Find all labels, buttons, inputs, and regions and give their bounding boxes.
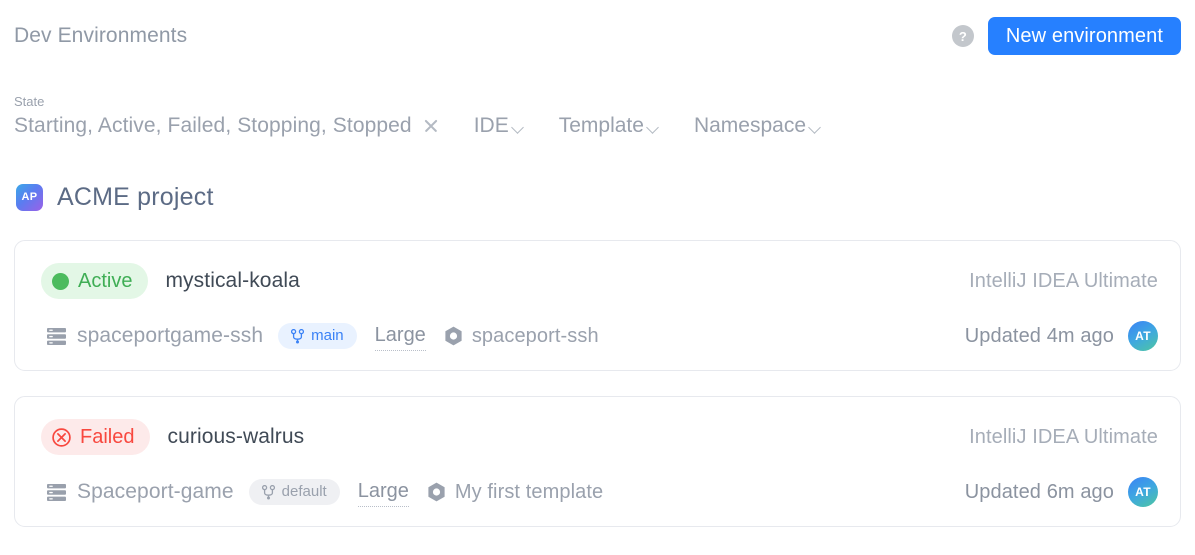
environment-updated: Updated 4m ago [964, 325, 1114, 347]
header-actions: ? New environment [951, 17, 1181, 55]
hex-nut-icon [428, 482, 445, 502]
status-badge: Failed [41, 419, 151, 455]
page-header: Dev Environments ? New environment [0, 0, 1195, 72]
environment-card-top-row: Failed curious-walrus IntelliJ IDEA Ulti… [41, 419, 1158, 455]
avatar[interactable]: AT [1128, 477, 1158, 507]
git-branch-icon [261, 484, 275, 499]
state-filter-label: State [14, 94, 45, 109]
template-filter-label: Template [558, 114, 644, 137]
circle-x-icon [52, 427, 71, 447]
environment-ide: IntelliJ IDEA Ultimate [969, 426, 1158, 448]
branch-badge-label: default [281, 483, 327, 500]
chevron-down-icon [512, 121, 525, 134]
status-badge-label: Failed [80, 426, 135, 448]
avatar[interactable]: AT [1128, 321, 1158, 351]
project-name-link[interactable]: ACME project [57, 181, 214, 213]
green-dot-icon [52, 272, 69, 290]
template-filter-dropdown[interactable]: Template [559, 112, 660, 140]
environment-card-top-row: Active mystical-koala IntelliJ IDEA Ulti… [41, 263, 1158, 299]
project-header[interactable]: AP ACME project [16, 181, 214, 213]
status-badge-label: Active [78, 270, 133, 292]
environment-repo[interactable]: spaceportgame-ssh [77, 322, 263, 350]
namespace-filter-dropdown[interactable]: Namespace [694, 112, 822, 140]
ide-filter-dropdown[interactable]: IDE [474, 112, 525, 140]
environment-size[interactable]: Large [374, 322, 426, 351]
environment-size[interactable]: Large [357, 478, 409, 507]
environment-card-meta-row: Spaceport-game default Large My first te… [47, 477, 1158, 507]
environment-card-meta-row: spaceportgame-ssh main Large spaceport-s… [47, 321, 1158, 351]
state-filter-value[interactable]: Starting, Active, Failed, Stopping, Stop… [14, 112, 412, 140]
branch-badge-label: main [311, 327, 344, 344]
environment-repo[interactable]: Spaceport-game [77, 478, 234, 506]
server-stack-icon [47, 483, 66, 501]
ide-filter-label: IDE [473, 114, 509, 137]
state-filter-value-row: Starting, Active, Failed, Stopping, Stop… [14, 112, 440, 140]
branch-badge[interactable]: main [278, 323, 357, 349]
environment-card[interactable]: Failed curious-walrus IntelliJ IDEA Ulti… [14, 396, 1181, 527]
namespace-filter-label: Namespace [693, 114, 807, 137]
environment-name[interactable]: mystical-koala [165, 267, 299, 295]
chevron-down-icon [809, 121, 822, 134]
page-title: Dev Environments [14, 24, 188, 47]
close-x-icon[interactable] [422, 117, 440, 135]
state-filter[interactable]: State Starting, Active, Failed, Stopping… [14, 93, 440, 140]
dev-environments-page: Dev Environments ? New environment State… [0, 0, 1195, 555]
hex-nut-icon [445, 326, 462, 346]
project-badge: AP [16, 183, 43, 211]
environment-list: Active mystical-koala IntelliJ IDEA Ulti… [14, 240, 1181, 552]
environment-template[interactable]: spaceport-ssh [472, 323, 599, 349]
git-branch-icon [291, 328, 305, 343]
environment-updated: Updated 6m ago [964, 481, 1114, 503]
chevron-down-icon [647, 121, 660, 134]
status-badge: Active [41, 263, 149, 299]
new-environment-button[interactable]: New environment [987, 17, 1181, 55]
filter-bar: State Starting, Active, Failed, Stopping… [14, 93, 822, 140]
branch-badge[interactable]: default [248, 479, 340, 505]
question-mark-icon[interactable]: ? [951, 25, 974, 47]
server-stack-icon [47, 327, 66, 345]
environment-ide: IntelliJ IDEA Ultimate [969, 270, 1158, 292]
environment-name[interactable]: curious-walrus [167, 423, 304, 451]
environment-template[interactable]: My first template [455, 479, 603, 505]
environment-card[interactable]: Active mystical-koala IntelliJ IDEA Ulti… [14, 240, 1181, 371]
